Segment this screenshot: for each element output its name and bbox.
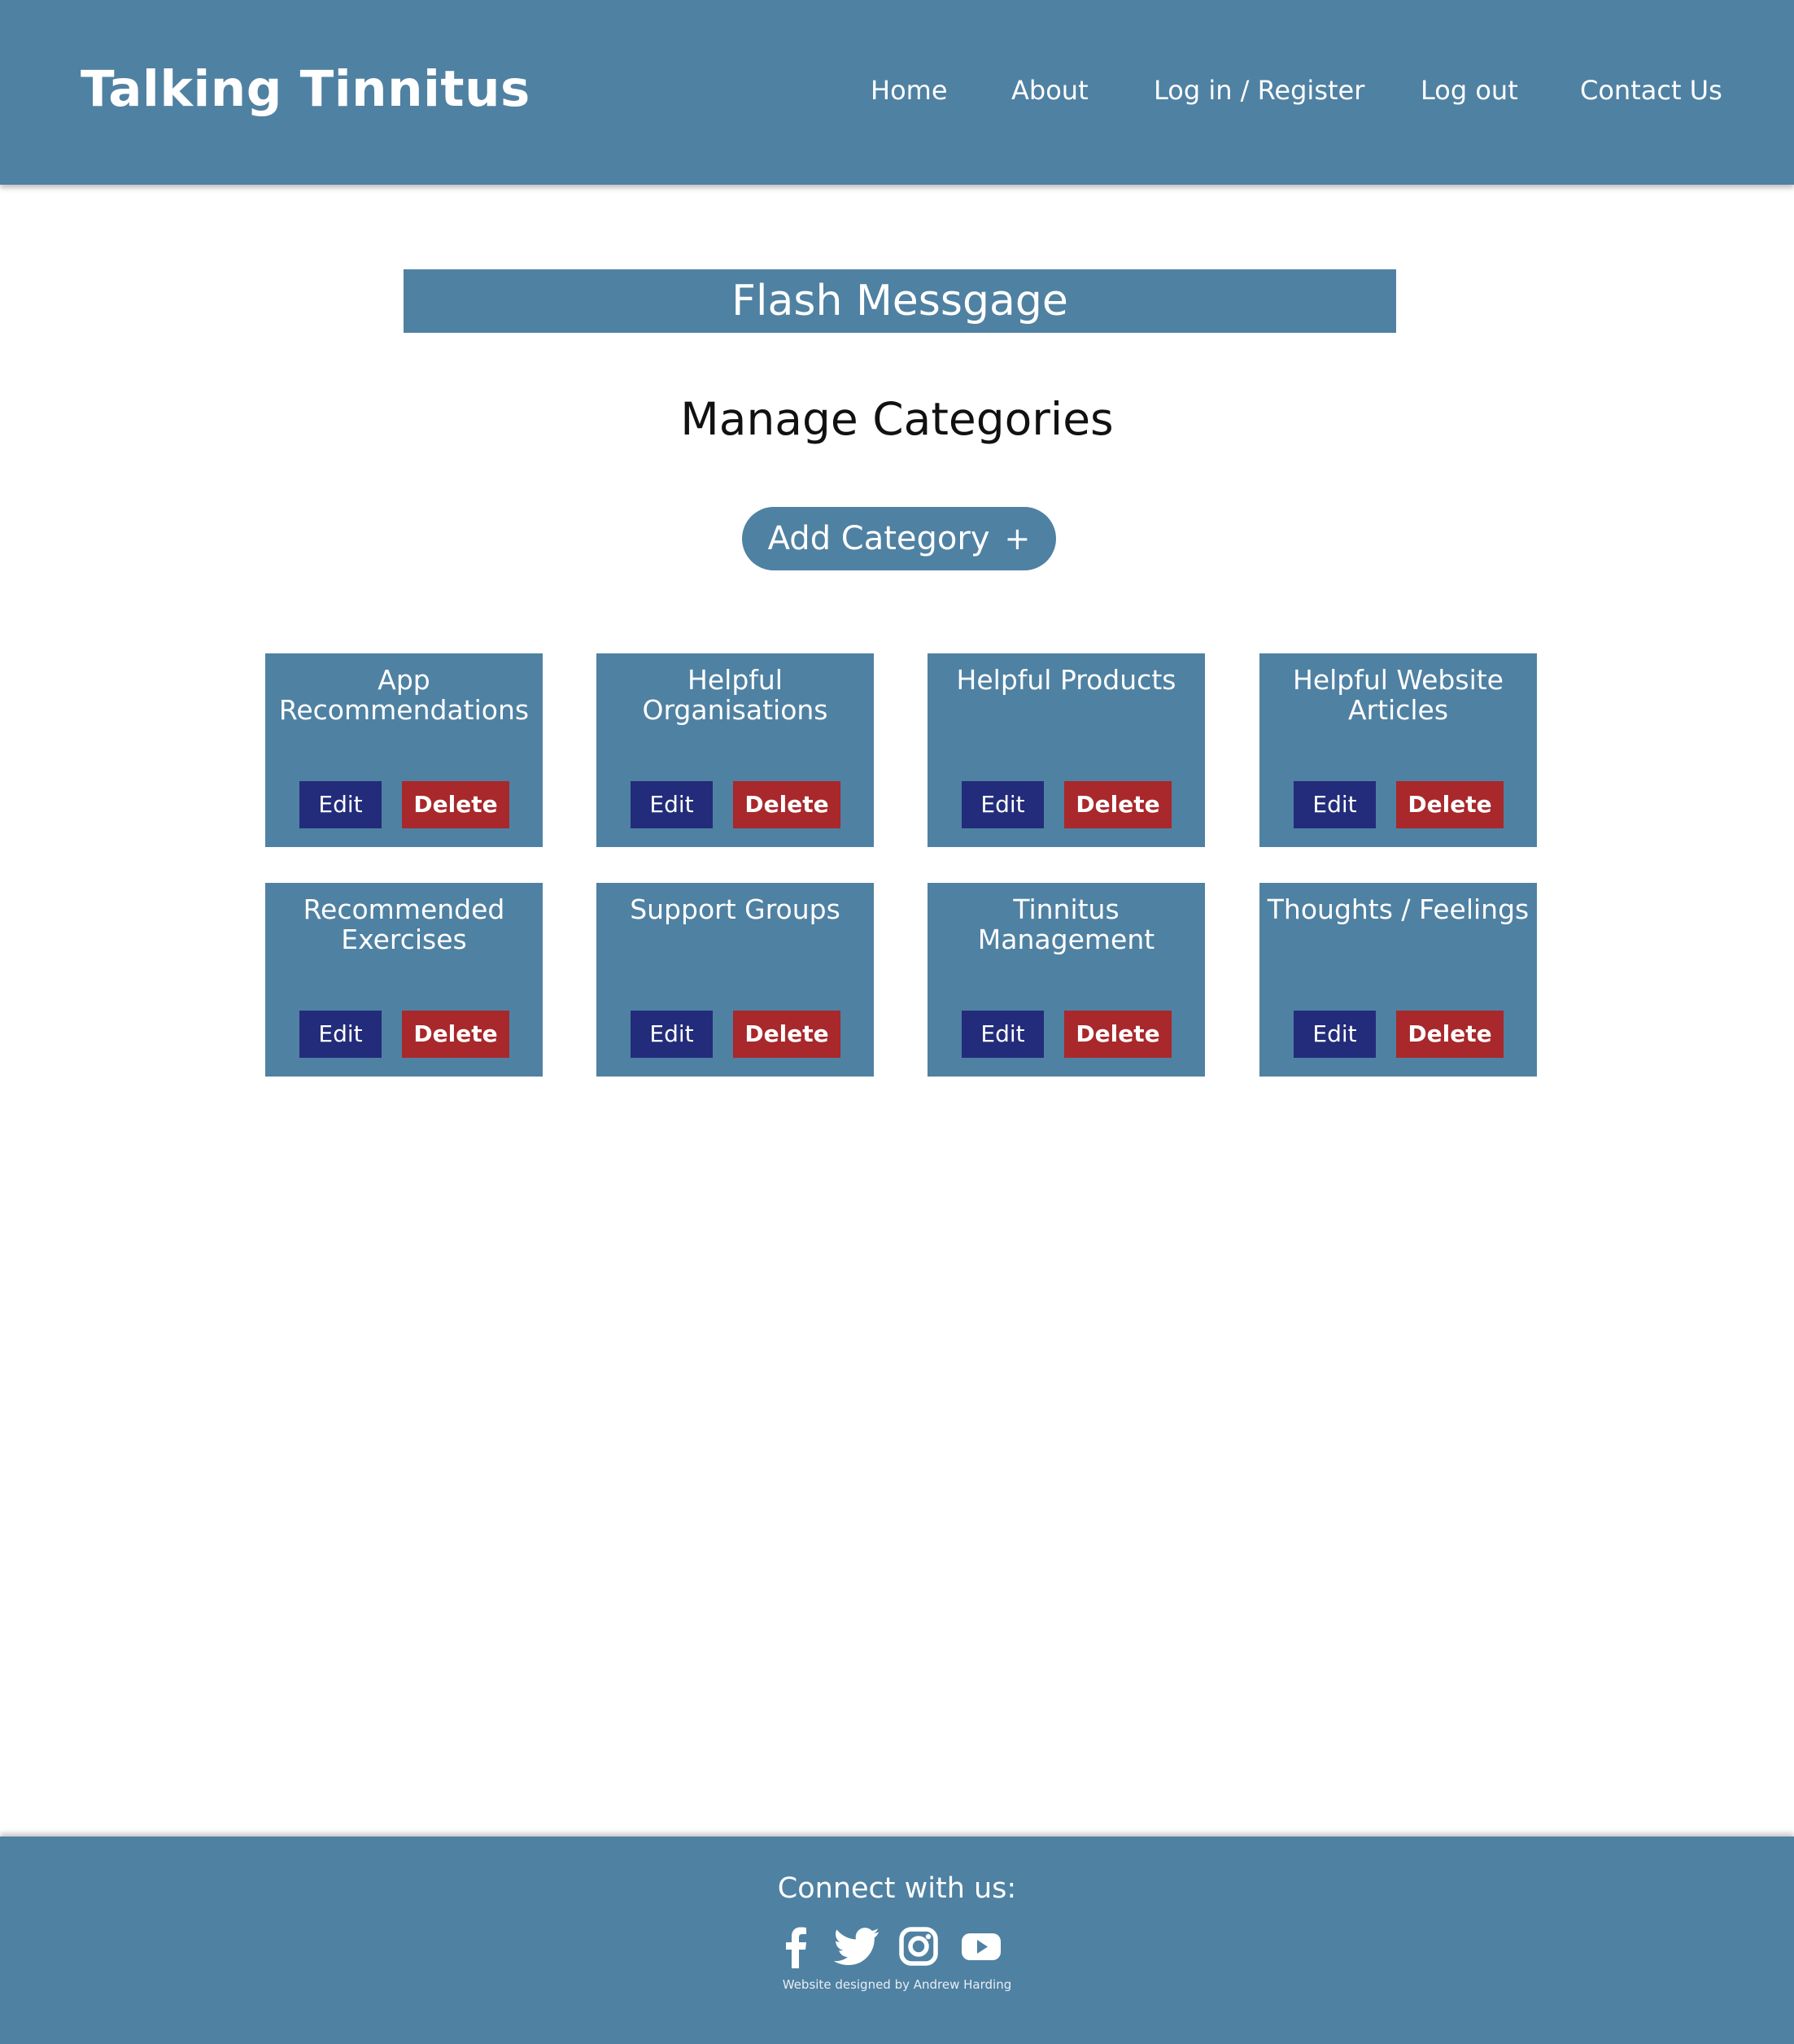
- category-card: Helpful Organisations Edit Delete: [596, 653, 874, 847]
- category-card: Thoughts / Feelings Edit Delete: [1259, 883, 1537, 1077]
- category-title: Helpful Products: [956, 664, 1176, 696]
- category-title: Recommended Exercises: [303, 893, 505, 955]
- edit-button[interactable]: Edit: [631, 781, 713, 828]
- delete-button[interactable]: Delete: [402, 781, 509, 828]
- site-header: Talking Tinnitus Home About Log in / Reg…: [0, 0, 1794, 185]
- category-title: Helpful Website Articles: [1293, 664, 1504, 726]
- edit-button[interactable]: Edit: [962, 1011, 1044, 1058]
- designer-credit: Website designed by Andrew Harding: [782, 1977, 1012, 1992]
- category-title: Support Groups: [630, 893, 840, 925]
- instagram-icon[interactable]: [894, 1924, 943, 1970]
- page-title: Manage Categories: [680, 393, 1114, 445]
- category-title: Thoughts / Feelings: [1267, 893, 1530, 925]
- category-card: Support Groups Edit Delete: [596, 883, 874, 1077]
- main-nav: Home About Log in / Register Log out Con…: [0, 70, 1794, 111]
- facebook-icon[interactable]: [772, 1924, 821, 1970]
- plus-icon: +: [1004, 521, 1031, 557]
- category-card: Helpful Products Edit Delete: [928, 653, 1205, 847]
- delete-button[interactable]: Delete: [402, 1011, 509, 1058]
- add-category-label: Add Category: [767, 520, 990, 557]
- delete-button[interactable]: Delete: [1064, 1011, 1172, 1058]
- category-title: Tinnitus Management: [977, 893, 1155, 955]
- twitter-icon[interactable]: [833, 1924, 882, 1970]
- nav-contact-us[interactable]: Contact Us: [1580, 70, 1722, 111]
- edit-button[interactable]: Edit: [299, 781, 382, 828]
- edit-button[interactable]: Edit: [962, 781, 1044, 828]
- delete-button[interactable]: Delete: [733, 781, 840, 828]
- category-title: Helpful Organisations: [642, 664, 828, 726]
- flash-message: Flash Messgage: [404, 269, 1396, 333]
- category-card: Tinnitus Management Edit Delete: [928, 883, 1205, 1077]
- site-footer: Connect with us: Website designed by And…: [0, 1837, 1794, 2044]
- delete-button[interactable]: Delete: [1064, 781, 1172, 828]
- edit-button[interactable]: Edit: [299, 1011, 382, 1058]
- delete-button[interactable]: Delete: [1396, 781, 1504, 828]
- edit-button[interactable]: Edit: [631, 1011, 713, 1058]
- connect-heading: Connect with us:: [777, 1872, 1017, 1905]
- category-title: App Recommendations: [278, 664, 530, 726]
- delete-button[interactable]: Delete: [1396, 1011, 1504, 1058]
- edit-button[interactable]: Edit: [1294, 1011, 1376, 1058]
- add-category-button[interactable]: Add Category +: [742, 507, 1056, 570]
- edit-button[interactable]: Edit: [1294, 781, 1376, 828]
- delete-button[interactable]: Delete: [733, 1011, 840, 1058]
- category-card: Helpful Website Articles Edit Delete: [1259, 653, 1537, 847]
- youtube-icon[interactable]: [957, 1924, 1006, 1970]
- category-card: App Recommendations Edit Delete: [265, 653, 543, 847]
- category-card: Recommended Exercises Edit Delete: [265, 883, 543, 1077]
- nav-home[interactable]: Home: [871, 70, 948, 111]
- nav-about[interactable]: About: [1011, 70, 1089, 111]
- nav-logout[interactable]: Log out: [1421, 70, 1518, 111]
- nav-login-register[interactable]: Log in / Register: [1154, 70, 1364, 111]
